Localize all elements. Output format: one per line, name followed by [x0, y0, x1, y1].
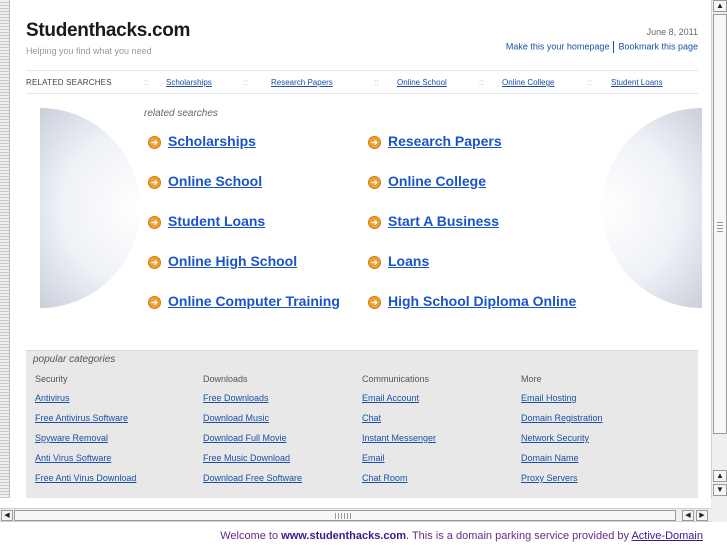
arrow-icon: ➔: [368, 256, 381, 269]
category-link[interactable]: Free Anti Virus Download: [35, 473, 136, 483]
scroll-right-icon[interactable]: ▶: [696, 510, 708, 521]
arrow-icon: ➔: [148, 216, 161, 229]
category-link[interactable]: Free Music Download: [203, 453, 290, 463]
related-search-link[interactable]: Scholarships: [168, 133, 256, 149]
category-link[interactable]: Free Antivirus Software: [35, 413, 128, 423]
site-title: Studenthacks.com: [26, 20, 191, 41]
page-viewport: Studenthacks.com Helping you find what y…: [10, 0, 711, 498]
footer-prefix: Welcome to: [220, 530, 282, 542]
related-search-link[interactable]: Research Papers: [388, 133, 502, 149]
grip-icon: [335, 513, 351, 519]
make-homepage-link[interactable]: Make this your homepage: [506, 41, 610, 51]
related-search-link[interactable]: Online Computer Training: [168, 293, 340, 309]
category-link[interactable]: Anti Virus Software: [35, 453, 111, 463]
site-tagline: Helping you find what you need: [26, 46, 152, 56]
related-bar-separator: ::: [144, 78, 149, 87]
related-bar-label: RELATED SEARCHES: [26, 78, 112, 87]
category-link[interactable]: Instant Messenger: [362, 433, 436, 443]
decorative-orb-left: [40, 108, 140, 308]
arrow-icon: ➔: [368, 136, 381, 149]
related-search-link[interactable]: Student Loans: [168, 213, 265, 229]
scroll-left-icon[interactable]: ◀: [682, 510, 694, 521]
category-title-downloads: Downloads: [203, 374, 248, 384]
arrow-icon: ➔: [368, 216, 381, 229]
category-link[interactable]: Email Hosting: [521, 393, 577, 403]
category-link[interactable]: Network Security: [521, 433, 589, 443]
category-title-communications: Communications: [362, 374, 430, 384]
header-date: June 8, 2011: [646, 27, 698, 37]
related-bar-separator: ::: [479, 78, 484, 87]
related-search-link[interactable]: High School Diploma Online: [388, 293, 576, 309]
decorative-orb-right: [602, 108, 702, 308]
popular-categories-heading: popular categories: [33, 354, 116, 365]
header-links: Make this your homepage Bookmark this pag…: [506, 41, 698, 53]
related-bar-link[interactable]: Scholarships: [166, 78, 212, 87]
related-bar-link[interactable]: Online College: [502, 78, 554, 87]
arrow-icon: ➔: [148, 256, 161, 269]
category-link[interactable]: Download Music: [203, 413, 269, 423]
scrollbar-corner: [711, 498, 727, 522]
scroll-down-icon[interactable]: ▼: [713, 484, 727, 496]
arrow-icon: ➔: [368, 296, 381, 309]
scroll-left-icon[interactable]: ◀: [1, 510, 13, 521]
arrow-icon: ➔: [368, 176, 381, 189]
category-link[interactable]: Free Downloads: [203, 393, 269, 403]
footer-middle: . This is a domain parking service provi…: [406, 530, 632, 542]
category-link[interactable]: Domain Registration: [521, 413, 603, 423]
grip-icon: [717, 220, 723, 232]
scroll-up-icon[interactable]: ▲: [713, 0, 727, 12]
arrow-icon: ➔: [148, 176, 161, 189]
provider-link[interactable]: Active-Domain: [631, 530, 703, 542]
horizontal-scroll-thumb[interactable]: [14, 510, 676, 521]
category-link[interactable]: Download Free Software: [203, 473, 302, 483]
related-bar-separator: ::: [243, 78, 248, 87]
scroll-up-icon[interactable]: ▲: [713, 470, 727, 482]
horizontal-scrollbar[interactable]: ◀ ◀ ▶: [0, 508, 711, 522]
category-link[interactable]: Antivirus: [35, 393, 70, 403]
related-search-link[interactable]: Online College: [388, 173, 486, 189]
category-link[interactable]: Email Account: [362, 393, 419, 403]
category-title-more: More: [521, 374, 542, 384]
popular-categories-panel: popular categories Security Antivirus Fr…: [26, 350, 698, 498]
related-search-link[interactable]: Online School: [168, 173, 262, 189]
related-bar-link[interactable]: Research Papers: [271, 78, 333, 87]
category-link[interactable]: Download Full Movie: [203, 433, 287, 443]
related-search-link[interactable]: Loans: [388, 253, 429, 269]
arrow-icon: ➔: [148, 296, 161, 309]
browser-left-edge: [0, 0, 10, 498]
category-link[interactable]: Domain Name: [521, 453, 579, 463]
category-link[interactable]: Proxy Servers: [521, 473, 578, 483]
category-link[interactable]: Chat Room: [362, 473, 408, 483]
related-bar-link[interactable]: Student Loans: [611, 78, 663, 87]
related-searches-heading: related searches: [144, 108, 218, 119]
footer-domain: www.studenthacks.com: [281, 530, 407, 542]
related-bar-link[interactable]: Online School: [397, 78, 447, 87]
related-search-link[interactable]: Start A Business: [388, 213, 499, 229]
related-search-link[interactable]: Online High School: [168, 253, 297, 269]
category-link[interactable]: Email: [362, 453, 385, 463]
parking-footer: Welcome to www.studenthacks.com. This is…: [0, 530, 727, 542]
related-bar-separator: ::: [587, 78, 592, 87]
bookmark-link[interactable]: Bookmark this page: [618, 41, 698, 51]
category-title-security: Security: [35, 374, 68, 384]
related-bar-separator: ::: [374, 78, 379, 87]
vertical-scroll-thumb[interactable]: [713, 14, 727, 434]
header-link-divider: [613, 41, 615, 53]
arrow-icon: ➔: [148, 136, 161, 149]
category-link[interactable]: Spyware Removal: [35, 433, 108, 443]
category-link[interactable]: Chat: [362, 413, 381, 423]
related-searches-bar: RELATED SEARCHES :: Scholarships :: Rese…: [26, 70, 698, 94]
vertical-scrollbar[interactable]: ▲ ▲ ▼: [711, 0, 727, 498]
